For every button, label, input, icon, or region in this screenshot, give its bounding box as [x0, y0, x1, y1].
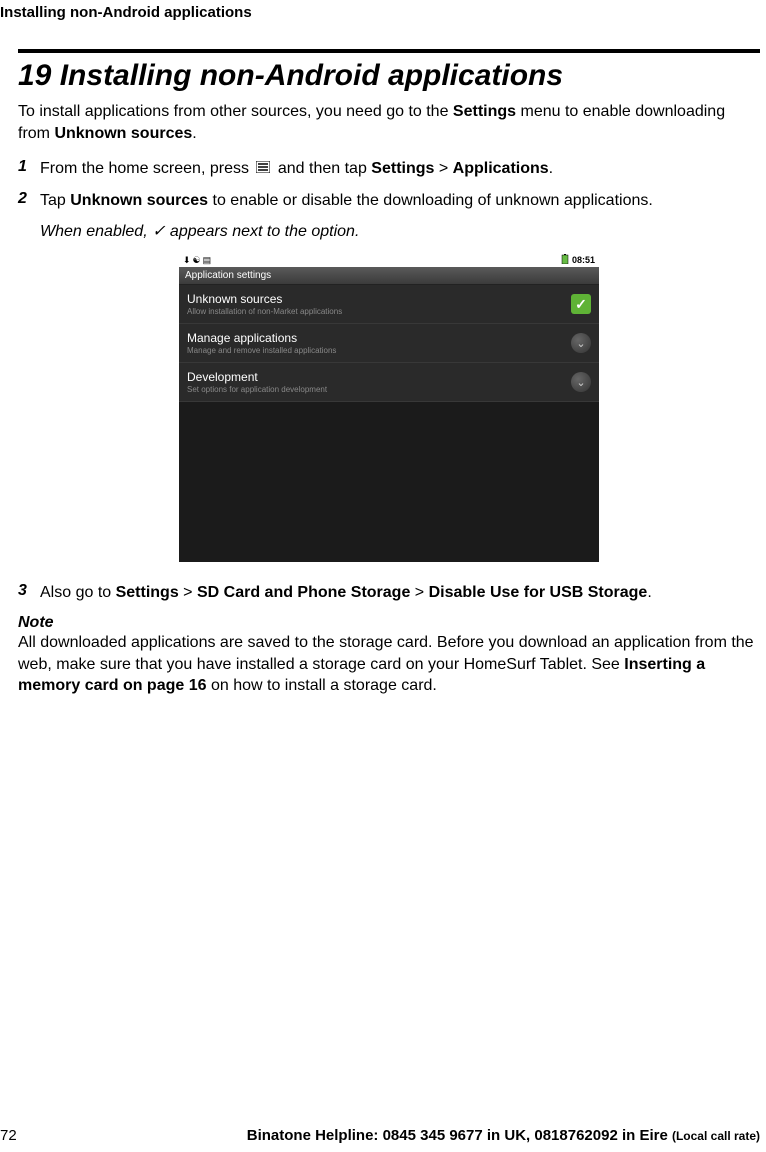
unknown-sources-keyword: Unknown sources [54, 125, 192, 142]
note-label: Note [18, 614, 760, 632]
setting-title: Unknown sources [187, 292, 342, 306]
note-body: All downloaded applications are saved to… [18, 632, 760, 697]
status-right: 08:51 [561, 254, 595, 266]
menu-icon [256, 158, 270, 180]
note-text: appears next to the option. [165, 223, 359, 240]
chevron-down-icon[interactable]: ⌄ [571, 372, 591, 392]
setting-row-development[interactable]: Development Set options for application … [179, 363, 599, 402]
setting-subtitle: Set options for application development [187, 385, 327, 394]
step-body: Tap Unknown sources to enable or disable… [40, 190, 653, 212]
screenshot-empty-area [179, 402, 599, 562]
page-footer: 72 Binatone Helpline: 0845 345 9677 in U… [0, 1127, 766, 1144]
sd-card-keyword: SD Card and Phone Storage [197, 584, 410, 601]
step-3: 3 Also go to Settings > SD Card and Phon… [18, 582, 760, 604]
sd-icon: ▤ [203, 255, 212, 266]
helpline-main: Binatone Helpline: 0845 345 9677 in UK, … [247, 1127, 672, 1144]
page-number: 72 [0, 1127, 36, 1144]
applications-keyword: Applications [453, 160, 549, 177]
step-text: and then tap [278, 160, 371, 177]
setting-text: Development Set options for application … [187, 370, 327, 394]
app-title-bar: Application settings [179, 267, 599, 285]
breadcrumb-separator: > [434, 160, 452, 177]
android-screenshot: ⬇ ☯ ▤ 08:51 Application settings Unknown… [179, 253, 599, 562]
page-content: 19 Installing non-Android applications T… [0, 49, 766, 697]
chevron-down-icon[interactable]: ⌄ [571, 333, 591, 353]
chapter-name: Installing non-Android applications [60, 59, 563, 92]
helpline-rate: (Local call rate) [672, 1129, 760, 1143]
disable-usb-keyword: Disable Use for USB Storage [429, 584, 648, 601]
step-number: 3 [18, 582, 40, 604]
note-text: on how to install a storage card. [207, 677, 437, 694]
screenshot-figure: ⬇ ☯ ▤ 08:51 Application settings Unknown… [18, 247, 760, 568]
step-text: Also go to [40, 584, 116, 601]
step-text: Tap [40, 192, 70, 209]
sync-icon: ☯ [193, 255, 201, 266]
step-2: 2 Tap Unknown sources to enable or disab… [18, 190, 760, 212]
status-left-icons: ⬇ ☯ ▤ [183, 255, 211, 266]
setting-row-unknown-sources[interactable]: Unknown sources Allow installation of no… [179, 285, 599, 324]
step-body: From the home screen, press and then tap… [40, 158, 553, 180]
step-text: From the home screen, press [40, 160, 253, 177]
setting-row-manage-applications[interactable]: Manage applications Manage and remove in… [179, 324, 599, 363]
step-text: . [549, 160, 553, 177]
unknown-sources-keyword: Unknown sources [70, 192, 208, 209]
setting-text: Manage applications Manage and remove in… [187, 331, 336, 355]
step-2-note: When enabled, ✓ appears next to the opti… [40, 221, 760, 241]
setting-title: Manage applications [187, 331, 336, 345]
step-body: Also go to Settings > SD Card and Phone … [40, 582, 652, 604]
intro-text: . [192, 125, 196, 142]
clock-text: 08:51 [572, 255, 595, 265]
settings-keyword: Settings [453, 103, 516, 120]
intro-text: To install applications from other sourc… [18, 103, 453, 120]
breadcrumb-separator: > [179, 584, 197, 601]
checkbox-checked-icon[interactable]: ✓ [571, 294, 591, 314]
download-icon: ⬇ [183, 255, 191, 266]
chapter-number: 19 [18, 59, 51, 92]
setting-subtitle: Manage and remove installed applications [187, 346, 336, 355]
section-rule [18, 49, 760, 53]
running-header: Installing non-Android applications [0, 0, 766, 21]
breadcrumb-separator: > [410, 584, 428, 601]
step-number: 1 [18, 158, 40, 180]
step-1: 1 From the home screen, press and then t… [18, 158, 760, 180]
step-text: to enable or disable the downloading of … [208, 192, 653, 209]
battery-icon [561, 254, 569, 266]
settings-keyword: Settings [116, 584, 179, 601]
settings-keyword: Settings [371, 160, 434, 177]
status-bar: ⬇ ☯ ▤ 08:51 [179, 253, 599, 267]
note-text: When enabled, [40, 223, 152, 240]
setting-text: Unknown sources Allow installation of no… [187, 292, 342, 316]
setting-title: Development [187, 370, 327, 384]
step-text: . [647, 584, 651, 601]
helpline-text: Binatone Helpline: 0845 345 9677 in UK, … [36, 1127, 760, 1144]
setting-subtitle: Allow installation of non-Market applica… [187, 307, 342, 316]
chapter-title: 19 Installing non-Android applications [18, 59, 760, 93]
step-number: 2 [18, 190, 40, 212]
checkmark-icon: ✓ [152, 223, 165, 240]
intro-paragraph: To install applications from other sourc… [18, 101, 760, 144]
